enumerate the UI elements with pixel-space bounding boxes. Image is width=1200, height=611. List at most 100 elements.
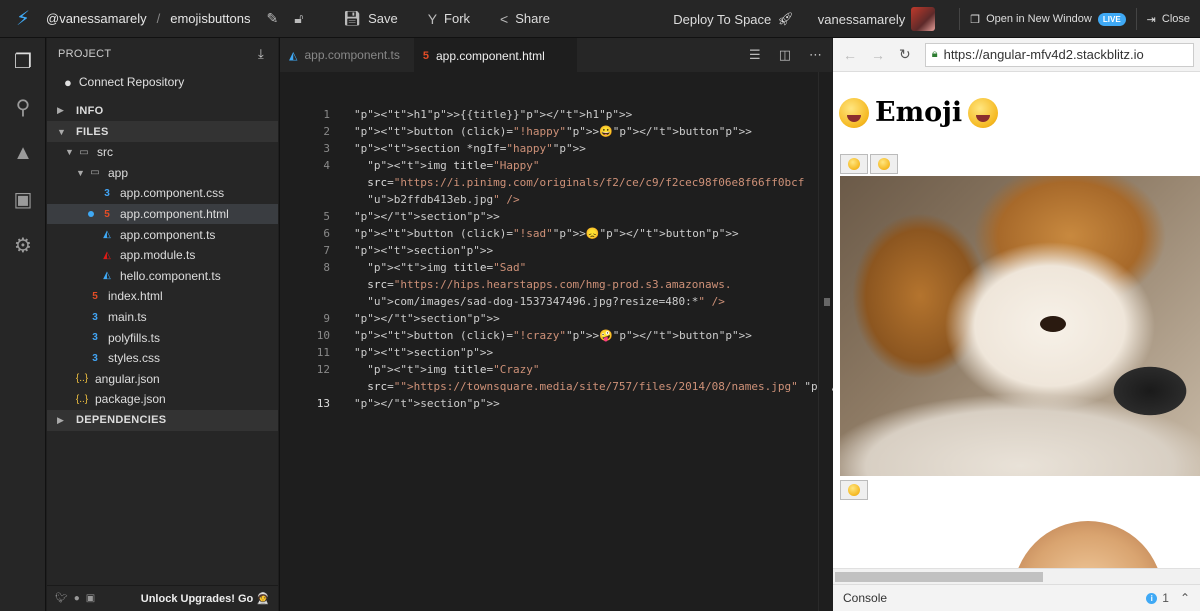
file-tree-label: app.module.ts (120, 248, 196, 263)
code-line[interactable]: "p"><"t">img title="Sad" (354, 261, 526, 274)
code-line[interactable]: "u">b2ffdb413eb.jpg" /> (354, 193, 519, 206)
line-number: 1 (323, 108, 330, 121)
line-number: 8 (323, 261, 330, 274)
lock-icon[interactable]: 🔓︎ (294, 10, 303, 27)
code-line[interactable]: src="https://hips.hearstapps.com/hmg-pro… (354, 278, 731, 291)
code-editor: ◭ app.component.ts 5 app.component.html … (279, 38, 844, 611)
code-line[interactable]: src="https://i.pinimg.com/originals/f2/c… (354, 176, 804, 189)
code-line[interactable]: "p"></"t">section"p">> (354, 210, 500, 223)
file-tree-item[interactable]: 3 styles.css (47, 348, 278, 369)
split-editor-icon[interactable]: ◫ (779, 47, 791, 63)
code-line[interactable]: "p"><"t">img title="Happy" (354, 159, 539, 172)
file-tree-item[interactable]: 5 app.component.html (47, 203, 278, 225)
editor-scrollbar[interactable] (818, 72, 832, 611)
deploy-button[interactable]: Deploy To Space 🚀︎ (673, 11, 794, 27)
deploy-label: Deploy To Space (673, 11, 772, 27)
file-tree-item[interactable]: {..} package.json (47, 389, 278, 410)
forward-arrow-icon[interactable]: → (871, 47, 885, 63)
code-line[interactable]: "p"><"t">section *ngIf="happy""p">> (354, 142, 586, 155)
sad-dog-image (840, 176, 1200, 476)
fork-icon: Y (427, 10, 438, 27)
settings-gear-icon[interactable]: ⚙ (0, 222, 46, 268)
file-tree-item[interactable]: 5 index.html (47, 286, 278, 307)
project-name[interactable]: emojisbuttons (170, 11, 250, 26)
happy-button[interactable] (840, 154, 868, 174)
crazy-button[interactable] (840, 480, 868, 500)
file-tree-item[interactable]: ◭ app.module.ts (47, 245, 278, 266)
code-line[interactable]: "p"><"t">section"p">> (354, 244, 493, 257)
back-arrow-icon[interactable]: ← (843, 47, 857, 63)
owner-link[interactable]: @vanessamarely (46, 11, 147, 26)
file-tree-item[interactable]: ◭ hello.component.ts (47, 266, 278, 287)
fork-button[interactable]: Y Fork (428, 11, 470, 27)
code-line[interactable]: "p"></"t">section"p">> (354, 397, 500, 410)
share-button[interactable]: < Share (500, 11, 550, 27)
html5-icon: 5 (422, 49, 429, 62)
download-icon[interactable]: ⤓ (258, 46, 264, 62)
ts-file-icon: ◭ (103, 270, 111, 282)
preview-heading: Emoji (839, 97, 999, 128)
file-tree-label: app.component.html (120, 207, 229, 222)
file-tree-item[interactable]: 3 app.component.css (47, 183, 278, 204)
open-new-window-button[interactable]: ❐ Open in New Window LIVE (970, 12, 1126, 26)
unlock-upgrades-link[interactable]: Unlock Upgrades! Go 🧑‍🚀 (141, 592, 270, 605)
modified-dot-icon (88, 211, 94, 218)
preview-scrollbar-thumb[interactable] (835, 572, 1043, 582)
sad-button[interactable] (870, 154, 898, 174)
code-line[interactable]: "p"><"t">img title="Crazy" (354, 363, 539, 376)
file-tree-item[interactable]: ▼ ▭ src (47, 142, 278, 163)
stackblitz-logo-icon[interactable]: ⚡ (0, 0, 46, 38)
editor-scrollbar-thumb[interactable] (824, 298, 830, 306)
discord-icon[interactable]: ▣ (86, 593, 95, 604)
preview-horizontal-scrollbar[interactable] (833, 568, 1200, 584)
file-tree-label: app.component.ts (120, 227, 216, 242)
crazy-image (1013, 521, 1163, 568)
code-line[interactable]: "p"></"t">section"p">> (354, 312, 500, 325)
code-line[interactable]: src="">https://townsquare.media/site/757… (354, 380, 844, 393)
section-dependencies[interactable]: ▶ DEPENDENCIES (47, 409, 278, 431)
code-line[interactable]: "u">com/images/sad-dog-1537347496.jpg?re… (354, 295, 725, 308)
file-tree-item[interactable]: ▼ ▭ app (47, 163, 278, 184)
code-line[interactable]: "p"><"t">button (click)="!crazy""p">>🤪"p… (354, 329, 752, 342)
json-file-icon: {..} (75, 373, 89, 385)
tab-app-component-html[interactable]: 5 app.component.html (413, 38, 577, 72)
info-icon: i (1146, 592, 1158, 604)
files-icon[interactable]: ❐ (0, 38, 46, 84)
extensions-icon[interactable]: ▣ (0, 176, 46, 222)
firebase-icon[interactable]: ▲ (0, 130, 46, 176)
ts-file-icon: ◭ (103, 229, 111, 241)
preview-url-field[interactable]: 🔒︎ https://angular-mfv4d2.stackblitz.io (924, 42, 1194, 67)
section-info[interactable]: ▶ INFO (47, 100, 278, 121)
section-files[interactable]: ▼ FILES (47, 121, 278, 142)
code-line[interactable]: "p"><"t">button (click)="!happy""p">>😀"p… (354, 125, 752, 138)
refresh-icon[interactable]: ↻ (899, 46, 911, 63)
search-icon[interactable]: ⚲ (0, 84, 46, 130)
file-tree-item[interactable]: ◭ app.component.ts (47, 224, 278, 245)
save-button[interactable]: 💾︎ Save (343, 10, 397, 27)
user-menu[interactable]: vanessamarely (818, 7, 936, 31)
more-icon[interactable]: ⋯ (809, 47, 822, 63)
code-line[interactable]: "p"><"t">button (click)="!sad""p">>😞"p">… (354, 227, 739, 240)
console-bar[interactable]: Console i 1 ⌃ (833, 584, 1200, 611)
twitter-icon[interactable]: 🐦︎ (55, 593, 68, 604)
pencil-icon[interactable]: ✎ (266, 10, 278, 27)
code-line[interactable]: "p"><"t">section"p">> (354, 346, 493, 359)
preview-url-text: https://angular-mfv4d2.stackblitz.io (943, 47, 1144, 62)
live-badge: LIVE (1097, 12, 1126, 26)
save-icon: 💾︎ (343, 10, 362, 26)
file-tree-item[interactable]: {..} angular.json (47, 369, 278, 390)
line-number: 5 (323, 210, 330, 223)
format-icon[interactable]: ☰ (749, 47, 761, 63)
console-info-count[interactable]: i 1 ⌃ (1146, 591, 1190, 605)
close-button[interactable]: ⇥ Close (1147, 13, 1190, 26)
tab-app-component-ts[interactable]: ◭ app.component.ts (280, 38, 414, 72)
file-tree-item[interactable]: 3 polyfills.ts (47, 327, 278, 348)
sidebar-footer: 🐦︎ ● ▣ Unlock Upgrades! Go 🧑‍🚀 (47, 585, 278, 611)
file-tree-label: styles.css (108, 351, 161, 366)
code-line[interactable]: "p"><"t">h1"p">>{{title}}"p"></"t">h1"p"… (354, 108, 632, 121)
file-tree-item[interactable]: 3 main.ts (47, 307, 278, 328)
connect-repository-button[interactable]: ● Connect Repository (47, 70, 278, 94)
preview-url-bar: ← → ↻ 🔒︎ https://angular-mfv4d2.stackbli… (833, 38, 1200, 72)
github-icon[interactable]: ● (74, 593, 80, 604)
share-icon: < (500, 10, 509, 27)
